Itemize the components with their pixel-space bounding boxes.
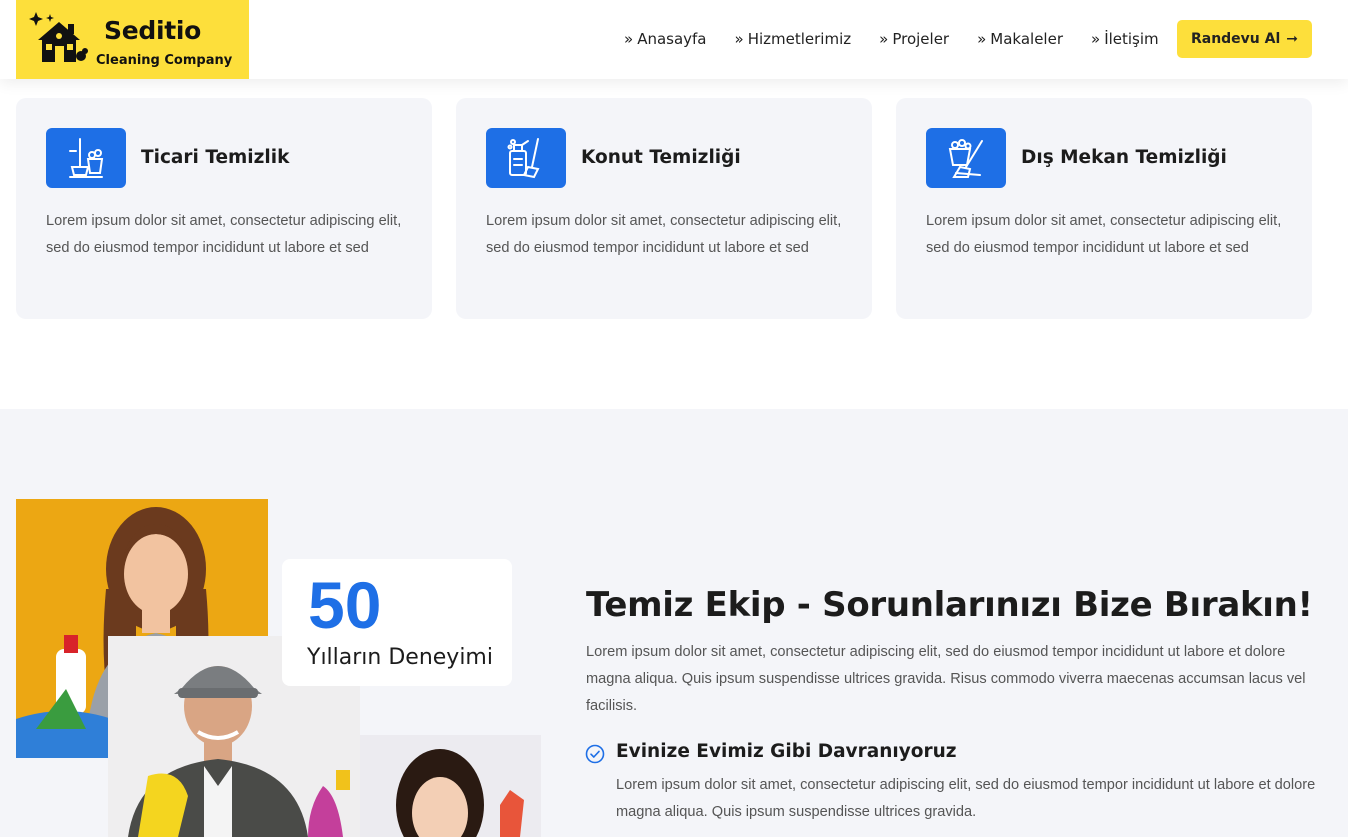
nav-label: Makaleler: [990, 30, 1063, 48]
nav-item-iletisim[interactable]: » İletişim: [1091, 30, 1159, 48]
cleaning-spray-icon: [486, 128, 566, 188]
service-description: Lorem ipsum dolor sit amet, consectetur …: [926, 213, 1282, 256]
service-title: Ticari Temizlik: [141, 147, 290, 168]
feature-title: Evinize Evimiz Gibi Davranıyoruz: [616, 741, 957, 762]
nav-label: Projeler: [892, 30, 950, 48]
about-heading: Temiz Ekip - Sorunlarınızı Bize Bırakın!: [586, 585, 1313, 625]
service-card-residential[interactable]: Konut Temizliği Lorem ipsum dolor sit am…: [456, 98, 872, 319]
nav-item-makaleler[interactable]: » Makaleler: [977, 30, 1063, 48]
nav-arrow: »: [977, 30, 987, 48]
brand-name: Seditio: [104, 16, 202, 45]
appointment-button[interactable]: Randevu Al ➞: [1177, 20, 1312, 58]
mop-bucket-icon: [46, 128, 126, 188]
broom-bucket-icon: [926, 128, 1006, 188]
site-header: Seditio Cleaning Company » Anasayfa » Hizm…: [0, 0, 1348, 79]
experience-years-number: 50: [308, 568, 382, 642]
nav-label: Anasayfa: [637, 30, 707, 48]
nav-item-hizmetlerimiz[interactable]: » Hizmetlerimiz: [735, 30, 852, 48]
nav-arrow: »: [734, 30, 744, 48]
nav-item-projeler[interactable]: » Projeler: [879, 30, 949, 48]
nav-label: İletişim: [1104, 30, 1159, 48]
main-nav: » Anasayfa » Hizmetlerimiz » Projeler » Maka…: [624, 30, 1187, 48]
experience-years-label: Yılların Deneyimi: [307, 645, 493, 670]
brand-tagline: Cleaning Company: [96, 53, 233, 68]
feature-description: Lorem ipsum dolor sit amet, consectetur …: [616, 777, 1316, 820]
service-description: Lorem ipsum dolor sit amet, consectetur …: [486, 213, 842, 256]
about-section: 50 Yılların Deneyimi Temiz Ekip - Sorunl…: [0, 409, 1348, 837]
house-sparkle-icon: [29, 12, 88, 62]
smiling-woman-photo: [360, 735, 541, 837]
service-title: Dış Mekan Temizliği: [1021, 147, 1227, 168]
nav-arrow: »: [624, 30, 634, 48]
brand-logo[interactable]: Seditio Cleaning Company: [16, 0, 249, 79]
check-circle-icon: [585, 744, 605, 764]
appointment-button-label: Randevu Al: [1190, 31, 1281, 47]
service-title: Konut Temizliği: [581, 147, 741, 168]
about-description: Lorem ipsum dolor sit amet, consectetur …: [586, 644, 1306, 714]
service-card-outdoor[interactable]: Dış Mekan Temizliği Lorem ipsum dolor si…: [896, 98, 1312, 319]
service-description: Lorem ipsum dolor sit amet, consectetur …: [46, 213, 402, 256]
nav-arrow: »: [1091, 30, 1101, 48]
experience-stat-card: 50 Yılların Deneyimi: [282, 559, 512, 686]
nav-arrow: »: [879, 30, 889, 48]
nav-item-anasayfa[interactable]: » Anasayfa: [624, 30, 707, 48]
service-card-commercial[interactable]: Ticari Temizlik Lorem ipsum dolor sit am…: [16, 98, 432, 319]
nav-label: Hizmetlerimiz: [747, 30, 852, 48]
arrow-right-icon: ➞: [1286, 31, 1299, 47]
